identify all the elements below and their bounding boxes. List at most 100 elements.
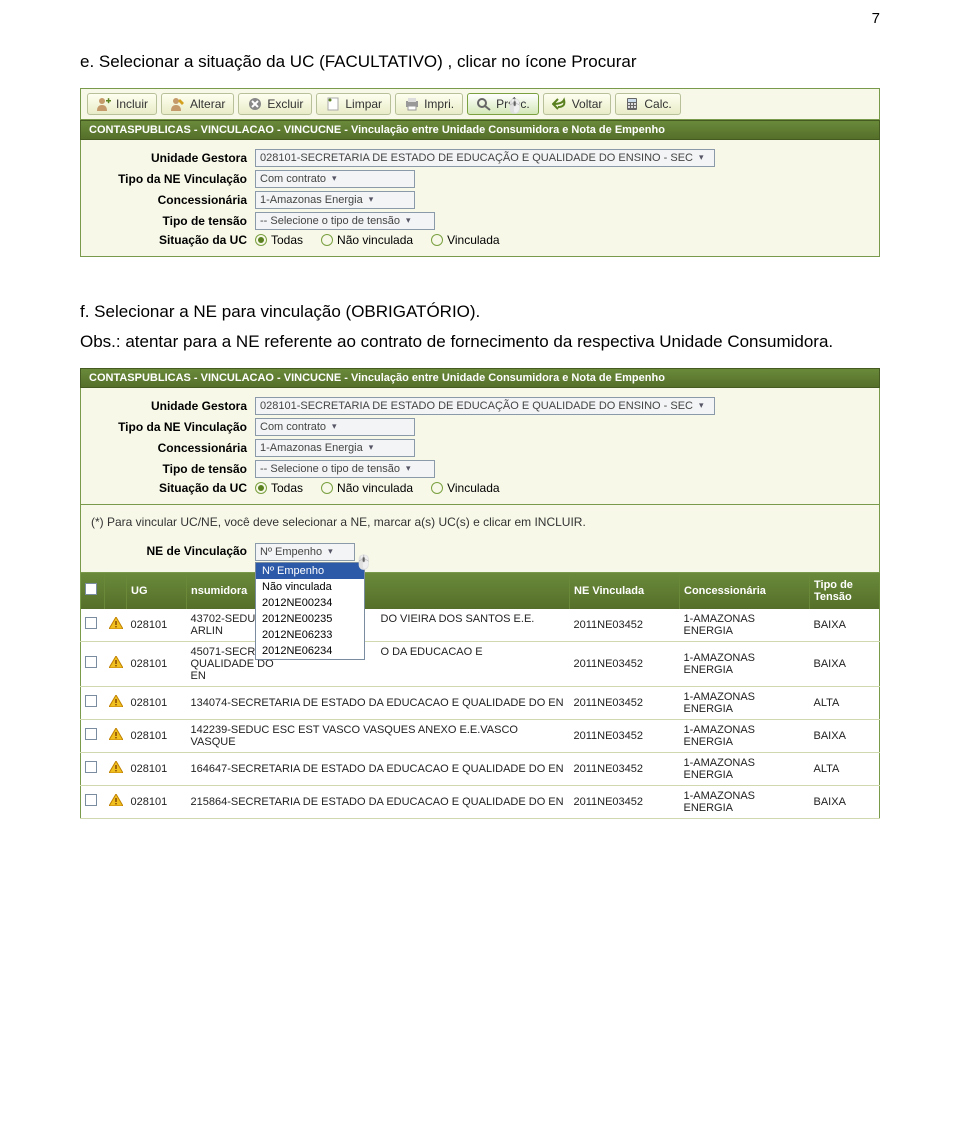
toolbar: Incluir Alterar Excluir Limpar Impri. Pr… xyxy=(80,88,880,120)
select-value: 028101-SECRETARIA DE ESTADO DE EDUCAÇÃO … xyxy=(260,400,693,412)
select-value: 028101-SECRETARIA DE ESTADO DE EDUCAÇÃO … xyxy=(260,152,693,164)
page-number: 7 xyxy=(0,0,960,27)
incluir-button[interactable]: Incluir xyxy=(87,93,157,115)
sit-radios: Todas Não vinculada Vinculada xyxy=(255,233,500,247)
chevron-down-icon: ▾ xyxy=(699,152,704,163)
col-tensao: Tipo de Tensão xyxy=(810,573,880,609)
select-value: 1-Amazonas Energia xyxy=(260,442,363,454)
dropdown-item[interactable]: Nº Empenho xyxy=(256,563,364,579)
row-checkbox[interactable] xyxy=(85,761,97,773)
alterar-button[interactable]: Alterar xyxy=(161,93,234,115)
voltar-button[interactable]: Voltar xyxy=(543,93,612,115)
col-ne: NE Vinculada xyxy=(570,573,680,609)
tipo-ne-label: Tipo da NE Vinculação xyxy=(85,172,255,186)
radio-todas[interactable]: Todas xyxy=(255,233,303,247)
calculator-icon xyxy=(624,97,640,111)
btn-label: Pr�c. xyxy=(496,97,530,111)
radio-nao[interactable]: Não vinculada xyxy=(321,481,413,495)
dropdown-item[interactable]: 2012NE06234 xyxy=(256,643,364,659)
dropdown-item[interactable]: Não vinculada xyxy=(256,579,364,595)
cell-ne: 2011NE03452 xyxy=(570,609,680,642)
table-row: 02810145071-SECRO DA EDUCACAO EQUALIDADE… xyxy=(81,641,880,686)
sit-radios: Todas Não vinculada Vinculada xyxy=(255,481,500,495)
btn-label: Calc. xyxy=(644,97,671,111)
ug-select[interactable]: 028101-SECRETARIA DE ESTADO DE EDUCAÇÃO … xyxy=(255,397,715,415)
row-checkbox[interactable] xyxy=(85,794,97,806)
chevron-down-icon: ▾ xyxy=(328,546,333,557)
radio-icon xyxy=(431,482,443,494)
breadcrumb: CONTASPUBLICAS - VINCULACAO - VINCUCNE -… xyxy=(80,120,880,140)
table-row: 02810143702-SEDUDO VIEIRA DOS SANTOS E.E… xyxy=(81,609,880,642)
select-all-checkbox[interactable] xyxy=(85,583,97,595)
screenshot-1: Incluir Alterar Excluir Limpar Impri. Pr… xyxy=(80,88,880,257)
radio-vinc[interactable]: Vinculada xyxy=(431,481,500,495)
sit-label: Situação da UC xyxy=(85,481,255,495)
select-value: -- Selecione o tipo de tensão xyxy=(260,463,400,475)
row-checkbox[interactable] xyxy=(85,656,97,668)
dropdown-item[interactable]: 2012NE00234 xyxy=(256,595,364,611)
cell-ne: 2011NE03452 xyxy=(570,641,680,686)
warning-icon xyxy=(109,617,123,629)
cell-ne: 2011NE03452 xyxy=(570,785,680,818)
cell-conc: 1-AMAZONAS ENERGIA xyxy=(680,609,810,642)
radio-nao[interactable]: Não vinculada xyxy=(321,233,413,247)
select-value: Nº Empenho xyxy=(260,546,322,558)
excluir-button[interactable]: Excluir xyxy=(238,93,312,115)
cell-consumidora: 134074-SECRETARIA DE ESTADO DA EDUCACAO … xyxy=(187,686,570,719)
row-checkbox[interactable] xyxy=(85,695,97,707)
conc-select[interactable]: 1-Amazonas Energia▾ xyxy=(255,191,415,209)
cell-tensao: ALTA xyxy=(810,686,880,719)
row-checkbox[interactable] xyxy=(85,728,97,740)
cell-conc: 1-AMAZONAS ENERGIA xyxy=(680,785,810,818)
warning-icon xyxy=(109,728,123,740)
table-row: 028101215864-SECRETARIA DE ESTADO DA EDU… xyxy=(81,785,880,818)
cursor-icon: 🖱️ xyxy=(355,554,372,571)
chevron-down-icon: ▾ xyxy=(332,421,337,432)
select-value: -- Selecione o tipo de tensão xyxy=(260,215,400,227)
select-value: 1-Amazonas Energia xyxy=(260,194,363,206)
proc-button[interactable]: Pr�c.🖱️ xyxy=(467,93,539,115)
btn-label: Alterar xyxy=(190,97,225,111)
impri-button[interactable]: Impri. xyxy=(395,93,463,115)
radio-label: Vinculada xyxy=(447,481,500,495)
note-area: (*) Para vincular UC/NE, você deve selec… xyxy=(80,505,880,573)
table-row: 028101142239-SEDUC ESC EST VASCO VASQUES… xyxy=(81,719,880,752)
sit-label: Situação da UC xyxy=(85,233,255,247)
conc-label: Concessionária xyxy=(85,193,255,207)
results-table: UG nsumidora NE Vinculada Concessionária… xyxy=(80,573,880,819)
tipo-ne-select[interactable]: Com contrato▾ xyxy=(255,418,415,436)
tensao-select[interactable]: -- Selecione o tipo de tensão▾ xyxy=(255,460,435,478)
page-icon xyxy=(325,97,341,111)
tensao-select[interactable]: -- Selecione o tipo de tensão▾ xyxy=(255,212,435,230)
ne-vinc-select[interactable]: Nº Empenho ▾ xyxy=(255,543,355,561)
dropdown-list: Nº Empenho Não vinculada 2012NE00234 201… xyxy=(255,562,365,660)
tipo-ne-select[interactable]: Com contrato▾ xyxy=(255,170,415,188)
cell-consumidora: 164647-SECRETARIA DE ESTADO DA EDUCACAO … xyxy=(187,752,570,785)
cell-ne: 2011NE03452 xyxy=(570,752,680,785)
person-edit-icon xyxy=(170,97,186,111)
row-checkbox[interactable] xyxy=(85,617,97,629)
radio-label: Não vinculada xyxy=(337,233,413,247)
warning-icon xyxy=(109,761,123,773)
chevron-down-icon: ▾ xyxy=(699,400,704,411)
person-add-icon xyxy=(96,97,112,111)
radio-label: Todas xyxy=(271,233,303,247)
conc-label: Concessionária xyxy=(85,441,255,455)
calc-button[interactable]: Calc. xyxy=(615,93,680,115)
tensao-label: Tipo de tensão xyxy=(85,462,255,476)
conc-select[interactable]: 1-Amazonas Energia▾ xyxy=(255,439,415,457)
radio-todas[interactable]: Todas xyxy=(255,481,303,495)
radio-vinc[interactable]: Vinculada xyxy=(431,233,500,247)
cell-ug: 028101 xyxy=(127,609,187,642)
radio-icon xyxy=(321,482,333,494)
warning-icon xyxy=(109,794,123,806)
limpar-button[interactable]: Limpar xyxy=(316,93,391,115)
paragraph-obs: Obs.: atentar para a NE referente ao con… xyxy=(0,327,960,368)
table-header-row: UG nsumidora NE Vinculada Concessionária… xyxy=(81,573,880,609)
ug-select[interactable]: 028101-SECRETARIA DE ESTADO DE EDUCAÇÃO … xyxy=(255,149,715,167)
warning-icon xyxy=(109,695,123,707)
search-icon xyxy=(476,97,492,111)
dropdown-item[interactable]: 2012NE06233 xyxy=(256,627,364,643)
cell-ug: 028101 xyxy=(127,686,187,719)
dropdown-item[interactable]: 2012NE00235 xyxy=(256,611,364,627)
